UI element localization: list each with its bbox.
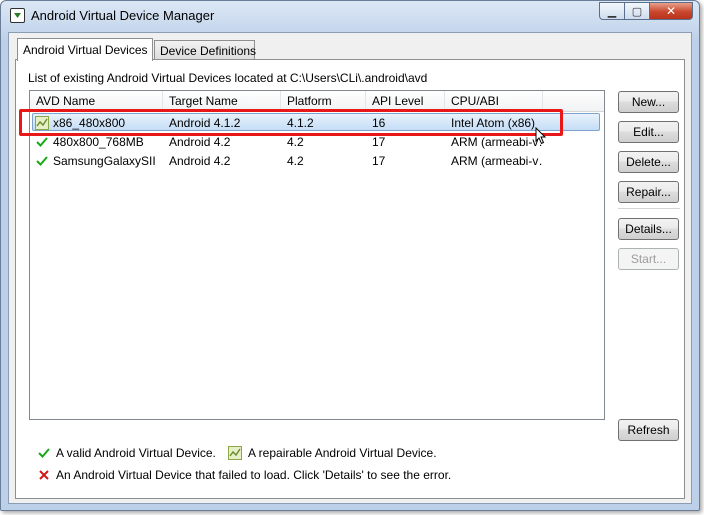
title-bar[interactable]: Android Virtual Device Manager ▁ ▢ ✕ bbox=[1, 1, 699, 31]
legend-valid-text: A valid Android Virtual Device. bbox=[56, 446, 216, 460]
repairable-icon bbox=[228, 446, 242, 460]
avd-table[interactable]: AVD Name Target Name Platform API Level … bbox=[29, 90, 605, 420]
column-header-cpu-abi[interactable]: CPU/ABI bbox=[445, 91, 543, 111]
maximize-button[interactable]: ▢ bbox=[625, 2, 650, 20]
window-client-area: Android Virtual Devices Device Definitio… bbox=[8, 32, 692, 504]
mouse-cursor-icon bbox=[535, 127, 547, 145]
legend-failed-text: An Android Virtual Device that failed to… bbox=[56, 468, 452, 482]
android-sdk-app-icon bbox=[10, 8, 25, 23]
valid-check-icon bbox=[38, 448, 50, 458]
failed-x-icon bbox=[39, 470, 49, 480]
column-header-avd-name[interactable]: AVD Name bbox=[30, 91, 163, 111]
cell-avd-name: SamsungGalaxySII bbox=[53, 154, 156, 168]
legend-failed-line: An Android Virtual Device that failed to… bbox=[37, 466, 637, 484]
table-row[interactable]: x86_480x800 Android 4.1.2 4.1.2 16 Intel… bbox=[30, 113, 604, 133]
cell-api-level: 17 bbox=[372, 154, 386, 168]
legend-valid-line: A valid Android Virtual Device. A repair… bbox=[37, 444, 457, 462]
table-header: AVD Name Target Name Platform API Level … bbox=[30, 91, 604, 112]
repair-button[interactable]: Repair... bbox=[618, 181, 679, 203]
valid-check-icon bbox=[36, 156, 48, 166]
details-button[interactable]: Details... bbox=[618, 218, 679, 240]
new-button[interactable]: New... bbox=[618, 91, 679, 113]
cell-target-name: Android 4.2 bbox=[169, 135, 231, 149]
column-header-target-name[interactable]: Target Name bbox=[163, 91, 281, 111]
cell-api-level: 17 bbox=[372, 135, 386, 149]
edit-button[interactable]: Edit... bbox=[618, 121, 679, 143]
valid-check-icon bbox=[36, 137, 48, 147]
avd-manager-window: Android Virtual Device Manager ▁ ▢ ✕ And… bbox=[0, 0, 700, 511]
cell-platform: 4.2 bbox=[287, 135, 304, 149]
table-row[interactable]: 480x800_768MB Android 4.2 4.2 17 ARM (ar… bbox=[30, 132, 604, 152]
close-button[interactable]: ✕ bbox=[650, 2, 693, 20]
delete-button[interactable]: Delete... bbox=[618, 151, 679, 173]
minimize-button[interactable]: ▁ bbox=[599, 2, 625, 20]
avd-location-label: List of existing Android Virtual Devices… bbox=[28, 71, 428, 85]
repairable-icon bbox=[35, 116, 49, 130]
cell-target-name: Android 4.1.2 bbox=[169, 116, 241, 130]
window-title: Android Virtual Device Manager bbox=[31, 8, 215, 23]
legend-repairable-text: A repairable Android Virtual Device. bbox=[248, 446, 437, 460]
button-separator bbox=[618, 208, 680, 209]
column-header-api-level[interactable]: API Level bbox=[366, 91, 445, 111]
tab-device-definitions[interactable]: Device Definitions bbox=[154, 40, 256, 60]
cell-platform: 4.1.2 bbox=[287, 116, 314, 130]
tab-android-virtual-devices[interactable]: Android Virtual Devices bbox=[17, 38, 153, 61]
start-button[interactable]: Start... bbox=[618, 248, 679, 270]
column-header-platform[interactable]: Platform bbox=[281, 91, 366, 111]
table-row[interactable]: SamsungGalaxySII Android 4.2 4.2 17 ARM … bbox=[30, 151, 604, 171]
avd-panel: List of existing Android Virtual Devices… bbox=[15, 59, 685, 499]
cell-api-level: 16 bbox=[372, 116, 386, 130]
cell-platform: 4.2 bbox=[287, 154, 304, 168]
cell-target-name: Android 4.2 bbox=[169, 154, 231, 168]
refresh-button[interactable]: Refresh bbox=[618, 419, 679, 441]
cell-cpu-abi: ARM (armeabi-v… bbox=[451, 154, 543, 168]
cell-avd-name: x86_480x800 bbox=[53, 116, 126, 130]
cell-avd-name: 480x800_768MB bbox=[53, 135, 144, 149]
cell-cpu-abi: Intel Atom (x86) bbox=[451, 116, 536, 130]
cell-cpu-abi: ARM (armeabi-v… bbox=[451, 135, 543, 149]
